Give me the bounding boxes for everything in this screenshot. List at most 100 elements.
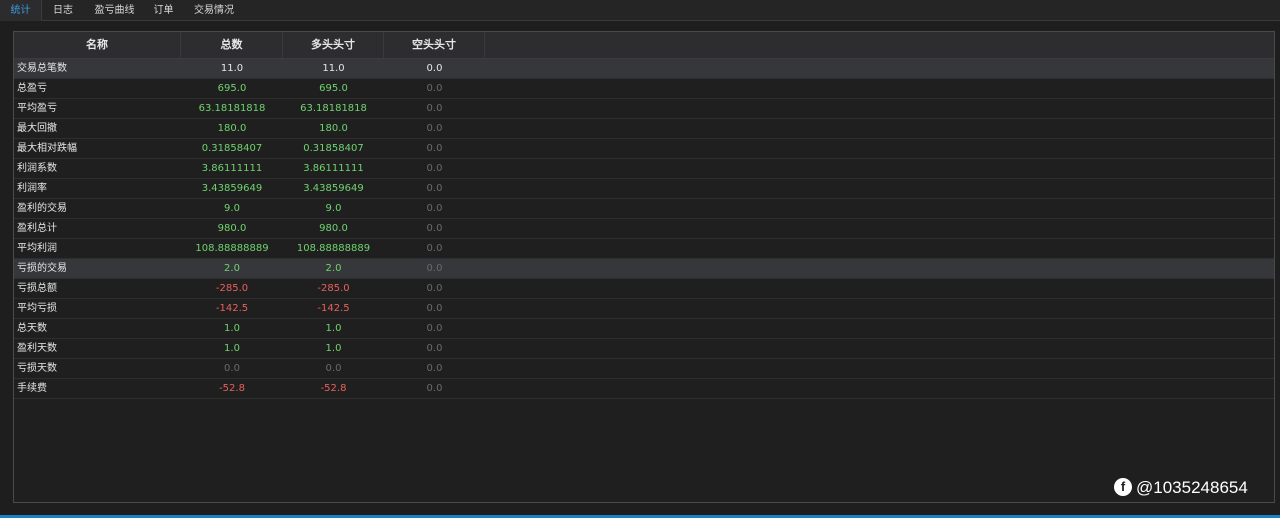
row-total-value: 1.0 (224, 323, 240, 334)
row-short-value: 0.0 (426, 343, 443, 354)
table-row[interactable]: 平均亏损 -142.5 -142.5 0.0 (14, 299, 1274, 319)
row-name: 亏损总额 (17, 283, 57, 294)
row-name: 平均利润 (17, 243, 57, 254)
row-long-value: 11.0 (322, 63, 345, 74)
tab-orders[interactable]: 订单 (147, 0, 180, 21)
row-name: 最大回撤 (17, 123, 57, 134)
row-name: 交易总笔数 (17, 63, 67, 74)
table-row[interactable]: 平均盈亏 63.18181818 63.18181818 0.0 (14, 99, 1274, 119)
row-long-value: 63.18181818 (300, 103, 367, 114)
row-total-value: 180.0 (217, 123, 247, 134)
row-long-value: 0.0 (325, 363, 342, 374)
row-short-value: 0.0 (426, 103, 443, 114)
tab-pnl-curve[interactable]: 盈亏曲线 (87, 0, 142, 21)
row-short-value: 0.0 (426, 223, 443, 234)
row-short-value: 0.0 (426, 323, 443, 334)
row-long-value: -52.8 (320, 383, 347, 394)
tab-trades[interactable]: 交易情况 (186, 0, 242, 21)
watermark: f @1035248654 (1114, 477, 1248, 498)
tab-statistics[interactable]: 统计 (0, 0, 42, 21)
row-name: 平均盈亏 (17, 103, 57, 114)
table-row[interactable]: 利润率 3.43859649 3.43859649 0.0 (14, 179, 1274, 199)
row-long-value: -142.5 (317, 303, 350, 314)
row-short-value: 0.0 (426, 63, 443, 74)
table-row[interactable]: 利润系数 3.86111111 3.86111111 0.0 (14, 159, 1274, 179)
table-row[interactable]: 手续费 -52.8 -52.8 0.0 (14, 379, 1274, 399)
header-total[interactable]: 总数 (181, 32, 283, 58)
row-long-value: 1.0 (325, 343, 342, 354)
table-row[interactable]: 平均利润 108.88888889 108.88888889 0.0 (14, 239, 1274, 259)
header-short[interactable]: 空头头寸 (384, 32, 485, 58)
row-long-value: 9.0 (325, 203, 342, 214)
row-total-value: -285.0 (215, 283, 249, 294)
row-total-value: 695.0 (217, 83, 247, 94)
row-short-value: 0.0 (426, 183, 443, 194)
social-f-icon: f (1114, 477, 1132, 496)
row-long-value: 980.0 (319, 223, 348, 234)
row-name: 利润系数 (17, 163, 57, 174)
row-short-value: 0.0 (426, 363, 443, 374)
row-short-value: 0.0 (426, 263, 443, 274)
row-long-value: 695.0 (319, 83, 348, 94)
header-name[interactable]: 名称 (14, 32, 181, 58)
row-total-value: 0.0 (224, 363, 240, 374)
row-name: 平均亏损 (17, 303, 57, 314)
row-total-value: -52.8 (219, 383, 245, 394)
row-name: 亏损天数 (17, 363, 57, 374)
app-window: 统计 日志 盈亏曲线 订单 交易情况 名称 总数 多头头寸 空头头寸 交易总笔数… (0, 0, 1280, 518)
row-total-value: 1.0 (224, 343, 240, 354)
row-long-value: 2.0 (325, 263, 342, 274)
row-name: 亏损的交易 (17, 263, 67, 274)
row-name: 总盈亏 (17, 83, 47, 94)
row-total-value: 0.31858407 (201, 143, 263, 154)
row-long-value: 3.43859649 (303, 183, 364, 194)
table-row[interactable]: 盈利的交易 9.0 9.0 0.0 (14, 199, 1274, 219)
row-name: 利润率 (17, 183, 47, 194)
row-total-value: 9.0 (224, 203, 240, 214)
row-total-value: 108.88888889 (195, 243, 269, 254)
row-total-value: 2.0 (224, 263, 240, 274)
table-row[interactable]: 亏损天数 0.0 0.0 0.0 (14, 359, 1274, 379)
row-long-value: 1.0 (325, 323, 342, 334)
row-long-value: 3.86111111 (303, 163, 364, 174)
row-short-value: 0.0 (426, 143, 443, 154)
row-long-value: 0.31858407 (303, 143, 364, 154)
row-short-value: 0.0 (426, 243, 443, 254)
row-long-value: 180.0 (319, 123, 348, 134)
statistics-table: 名称 总数 多头头寸 空头头寸 交易总笔数 11.0 11.0 0.0 总盈亏 695.0… (13, 31, 1275, 503)
row-total-value: 3.86111111 (201, 163, 263, 174)
table-row[interactable]: 盈利天数 1.0 1.0 0.0 (14, 339, 1274, 359)
header-long[interactable]: 多头头寸 (283, 32, 384, 58)
row-name: 盈利天数 (17, 343, 57, 354)
table-row[interactable]: 总盈亏 695.0 695.0 0.0 (14, 79, 1274, 99)
row-short-value: 0.0 (426, 303, 443, 314)
row-total-value: 11.0 (220, 63, 244, 74)
table-row[interactable]: 总天数 1.0 1.0 0.0 (14, 319, 1274, 339)
table-row[interactable]: 亏损总额 -285.0 -285.0 0.0 (14, 279, 1274, 299)
table-row[interactable]: 交易总笔数 11.0 11.0 0.0 (14, 59, 1274, 79)
row-name: 盈利的交易 (17, 203, 67, 214)
watermark-text: @1035248654 (1136, 478, 1248, 497)
row-name: 总天数 (17, 323, 47, 334)
row-short-value: 0.0 (426, 123, 443, 134)
row-short-value: 0.0 (426, 83, 443, 94)
table-header: 名称 总数 多头头寸 空头头寸 (14, 32, 1274, 59)
row-total-value: 980.0 (217, 223, 247, 234)
tab-bar: 统计 日志 盈亏曲线 订单 交易情况 (0, 0, 1280, 21)
row-total-value: -142.5 (215, 303, 249, 314)
row-total-value: 63.18181818 (198, 103, 266, 114)
row-long-value: -285.0 (317, 283, 350, 294)
tab-log[interactable]: 日志 (44, 0, 82, 21)
row-short-value: 0.0 (426, 203, 443, 214)
row-short-value: 0.0 (426, 383, 443, 394)
row-long-value: 108.88888889 (296, 243, 371, 254)
row-name: 最大相对跌幅 (17, 143, 77, 154)
table-row[interactable]: 盈利总计 980.0 980.0 0.0 (14, 219, 1274, 239)
table-row[interactable]: 最大回撤 180.0 180.0 0.0 (14, 119, 1274, 139)
row-short-value: 0.0 (426, 163, 443, 174)
table-row[interactable]: 最大相对跌幅 0.31858407 0.31858407 0.0 (14, 139, 1274, 159)
row-short-value: 0.0 (426, 283, 443, 294)
row-total-value: 3.43859649 (201, 183, 263, 194)
row-name: 盈利总计 (17, 223, 57, 234)
table-row[interactable]: 亏损的交易 2.0 2.0 0.0 (14, 259, 1274, 279)
